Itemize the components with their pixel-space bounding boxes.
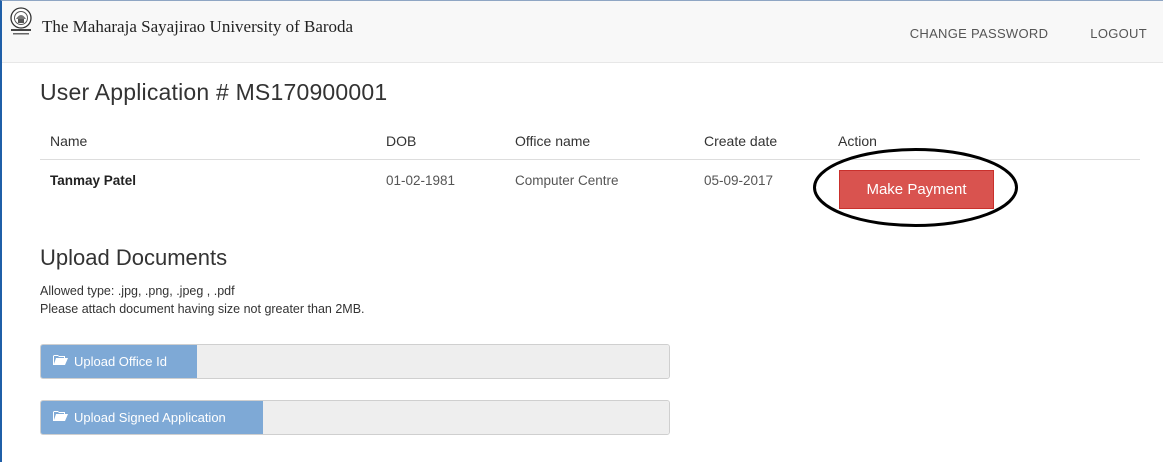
brand[interactable]: The Maharaja Sayajirao University of Bar…	[10, 7, 353, 37]
university-crest-icon	[10, 7, 32, 37]
upload-section-title: Upload Documents	[40, 245, 228, 270]
folder-open-icon	[53, 354, 68, 369]
cell-create-date: 05-09-2017	[704, 173, 774, 188]
upload-office-id-group: Upload Office Id	[40, 344, 670, 379]
change-password-link[interactable]: CHANGE PASSWORD	[910, 26, 1049, 41]
office-id-file-field[interactable]	[197, 345, 669, 378]
cell-office: Computer Centre	[515, 173, 619, 188]
upload-office-id-button[interactable]: Upload Office Id	[41, 345, 197, 378]
brand-title: The Maharaja Sayajirao University of Bar…	[42, 17, 354, 36]
navbar: The Maharaja Sayajirao University of Bar…	[2, 1, 1163, 63]
logout-link[interactable]: LOGOUT	[1090, 26, 1147, 41]
nav-links: CHANGE PASSWORD LOGOUT	[910, 26, 1147, 41]
cell-dob: 01-02-1981	[386, 173, 456, 188]
upload-signed-application-label: Upload Signed Application	[74, 410, 226, 425]
make-payment-button[interactable]: Make Payment	[839, 170, 994, 209]
cell-name: Tanmay Patel	[50, 173, 137, 188]
allowed-types-text: Allowed type: .jpg, .png, .jpeg , .pdf	[40, 284, 235, 298]
column-header-dob: DOB	[386, 133, 417, 149]
column-header-create-date: Create date	[704, 133, 778, 149]
column-header-office: Office name	[515, 133, 591, 149]
app-frame	[0, 0, 1163, 462]
upload-signed-application-group: Upload Signed Application	[40, 400, 670, 435]
page-title: User Application # MS170900001	[40, 79, 388, 105]
size-limit-text: Please attach document having size not g…	[40, 302, 365, 316]
column-header-action: Action	[838, 133, 877, 149]
upload-signed-application-button[interactable]: Upload Signed Application	[41, 401, 263, 434]
signed-application-file-field[interactable]	[263, 401, 669, 434]
table-header-divider	[40, 159, 1140, 160]
folder-open-icon	[53, 410, 68, 425]
column-header-name: Name	[50, 133, 88, 149]
upload-office-id-label: Upload Office Id	[74, 354, 167, 369]
